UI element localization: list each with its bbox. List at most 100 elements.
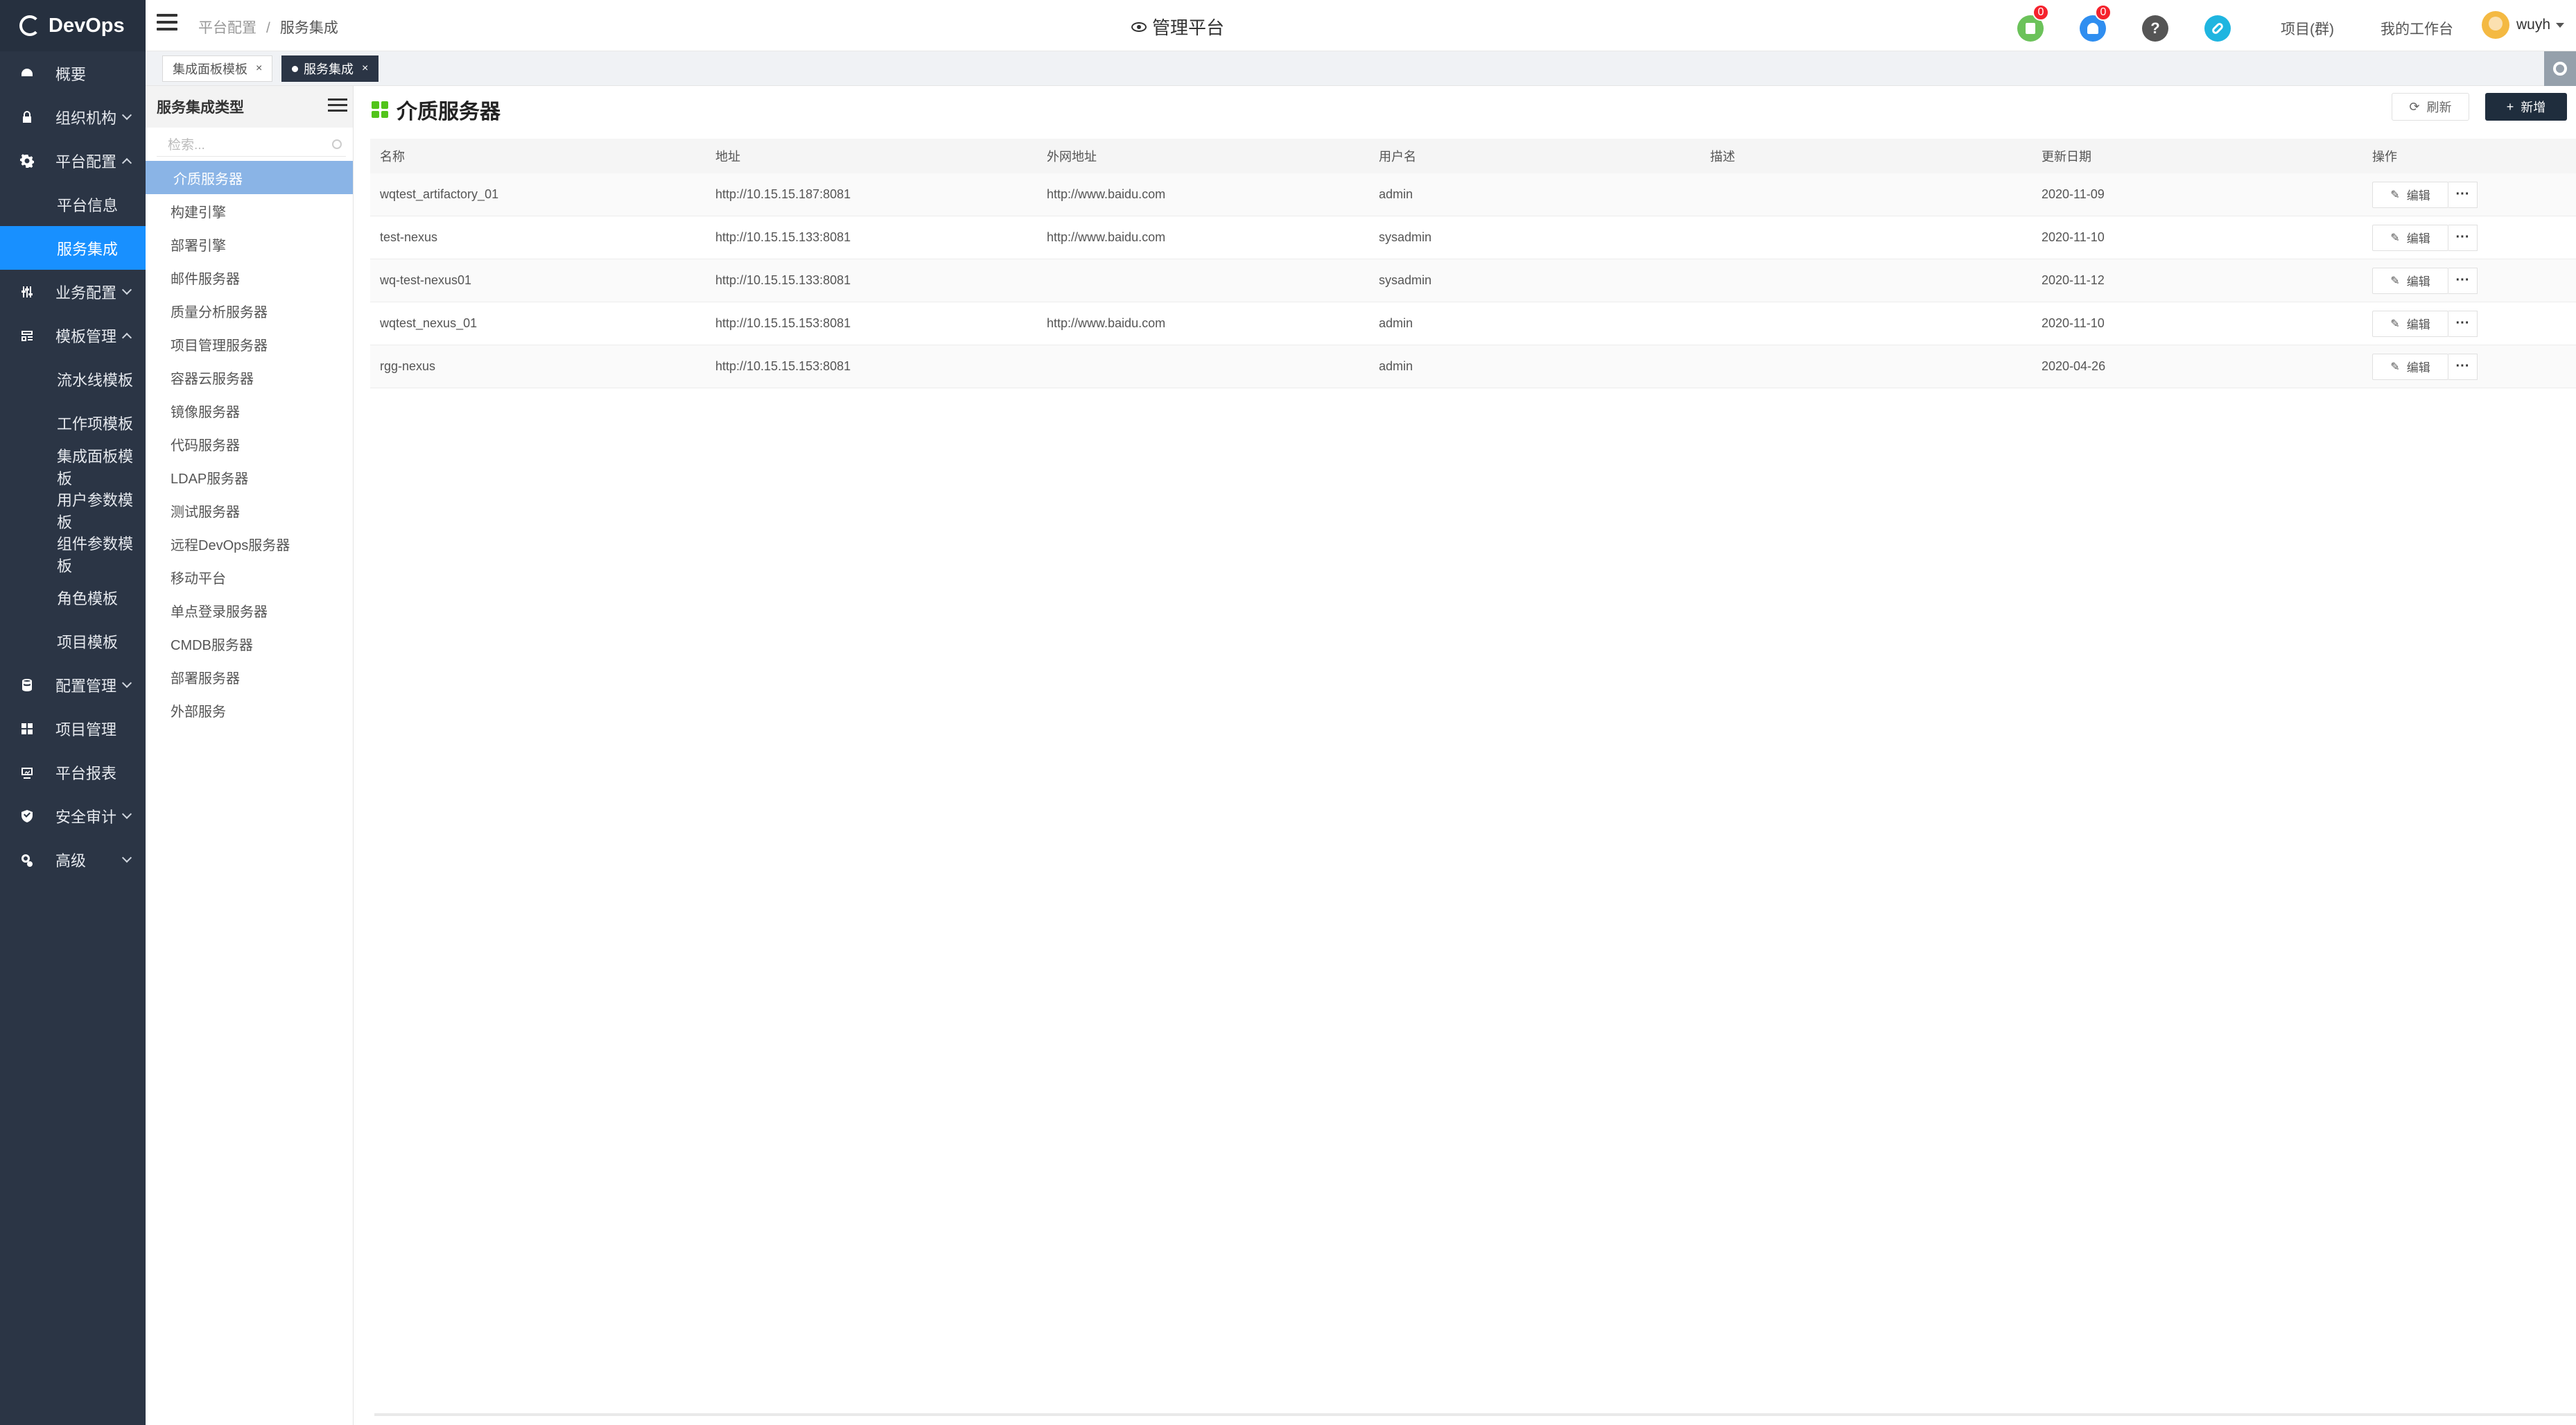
- nav-item-advanced[interactable]: 高级: [0, 838, 146, 881]
- category-item[interactable]: 项目管理服务器: [146, 327, 353, 361]
- cell-external-address: http://www.baidu.com: [1047, 230, 1166, 244]
- nav-item-project-management[interactable]: 项目管理: [0, 707, 146, 750]
- nav-item-label: 平台配置: [55, 153, 117, 171]
- user-menu[interactable]: wuyh: [2482, 11, 2565, 39]
- nav-sub-component-param-template[interactable]: 组件参数模板: [0, 532, 146, 576]
- category-search-input[interactable]: 检索...: [157, 132, 346, 157]
- top-header: 平台配置 / 服务集成 管理平台 0 0 ? 项目(群) 我的工作台 wuyh: [146, 0, 2576, 51]
- nav-item-config-management[interactable]: 配置管理: [0, 663, 146, 707]
- nav-item-label: 高级: [55, 852, 87, 870]
- close-icon[interactable]: ×: [256, 62, 262, 75]
- category-item[interactable]: 镜像服务器: [146, 394, 353, 427]
- nav-item-template-management[interactable]: 模板管理: [0, 313, 146, 357]
- more-button[interactable]: ···: [2448, 181, 2478, 208]
- refresh-button[interactable]: ⟳ 刷新: [2392, 93, 2469, 121]
- edit-button[interactable]: ✎ 编辑: [2372, 353, 2448, 380]
- category-item[interactable]: CMDB服务器: [146, 627, 353, 660]
- nav-sub-role-template[interactable]: 角色模板: [0, 576, 146, 619]
- cell-username: admin: [1379, 187, 1413, 201]
- tab-service-integration[interactable]: 服务集成 ×: [281, 55, 379, 82]
- more-icon: ···: [2455, 187, 2470, 202]
- nav-sub-panel-template[interactable]: 集成面板模板: [0, 444, 146, 488]
- shield-icon: [19, 809, 35, 824]
- category-item[interactable]: 代码服务器: [146, 427, 353, 460]
- more-button[interactable]: ···: [2448, 267, 2478, 294]
- nav-item-organization[interactable]: 组织机构: [0, 95, 146, 139]
- column-header-username[interactable]: 用户名: [1369, 147, 1700, 165]
- breadcrumb-item[interactable]: 平台配置: [198, 20, 256, 36]
- nav-sub-platform-info[interactable]: 平台信息: [0, 182, 146, 226]
- table-row[interactable]: rgg-nexus http://10.15.15.153:8081 admin 20…: [370, 345, 2576, 388]
- category-item[interactable]: 单点登录服务器: [146, 594, 353, 627]
- close-icon[interactable]: ×: [362, 62, 368, 75]
- document-button[interactable]: 0: [2017, 4, 2049, 42]
- edit-button[interactable]: ✎ 编辑: [2372, 267, 2448, 294]
- add-button[interactable]: + 新增: [2485, 93, 2567, 121]
- nav-sub-workitem-template[interactable]: 工作项模板: [0, 401, 146, 444]
- table-row[interactable]: wq-test-nexus01 http://10.15.15.133:8081 s…: [370, 259, 2576, 302]
- category-item[interactable]: 测试服务器: [146, 494, 353, 527]
- nav-item-platform-config[interactable]: 平台配置: [0, 139, 146, 182]
- nav-sub-project-template[interactable]: 项目模板: [0, 619, 146, 663]
- edit-icon: ✎: [2390, 189, 2400, 201]
- project-group-link[interactable]: 项目(群): [2281, 18, 2334, 39]
- more-button[interactable]: ···: [2448, 353, 2478, 380]
- nav-sub-pipeline-template[interactable]: 流水线模板: [0, 357, 146, 401]
- column-header-name[interactable]: 名称: [370, 147, 706, 165]
- category-item[interactable]: 移动平台: [146, 560, 353, 594]
- category-item[interactable]: 外部服务: [146, 693, 353, 727]
- column-header-updated[interactable]: 更新日期: [2032, 147, 2362, 165]
- column-header-address[interactable]: 地址: [706, 147, 1037, 165]
- main-content: 介质服务器 ⟳ 刷新 + 新增 名称 地址 外网地址 用户名 描述 更新日期 操…: [360, 86, 2576, 1425]
- edit-button[interactable]: ✎ 编辑: [2372, 224, 2448, 251]
- settings-gear-icon[interactable]: [2544, 51, 2576, 86]
- edit-button[interactable]: ✎ 编辑: [2372, 310, 2448, 337]
- nav-item-security-audit[interactable]: 安全审计: [0, 794, 146, 838]
- active-dot-icon: [292, 65, 298, 72]
- edit-label: 编辑: [2406, 275, 2430, 288]
- category-item[interactable]: LDAP服务器: [146, 460, 353, 494]
- cell-actions: ✎ 编辑 ···: [2362, 310, 2570, 337]
- more-button[interactable]: ···: [2448, 310, 2478, 337]
- nav-item-overview[interactable]: 概要: [0, 51, 146, 95]
- edit-button[interactable]: ✎ 编辑: [2372, 181, 2448, 208]
- category-item[interactable]: 远程DevOps服务器: [146, 527, 353, 560]
- more-button[interactable]: ···: [2448, 224, 2478, 251]
- help-button[interactable]: ?: [2142, 15, 2168, 42]
- notification-button[interactable]: 0: [2080, 4, 2112, 42]
- category-item[interactable]: 部署服务器: [146, 660, 353, 693]
- database-icon: [19, 677, 35, 693]
- devops-logo-icon: [19, 15, 40, 36]
- nav-sub-service-integration[interactable]: 服务集成: [0, 226, 146, 270]
- category-item[interactable]: 容器云服务器: [146, 361, 353, 394]
- nav-sub-user-param-template[interactable]: 用户参数模板: [0, 488, 146, 532]
- app-logo[interactable]: DevOps: [0, 0, 146, 51]
- cell-external-address: http://www.baidu.com: [1047, 187, 1166, 201]
- column-header-description[interactable]: 描述: [1700, 147, 2032, 165]
- more-icon: ···: [2455, 316, 2470, 331]
- workspace-link[interactable]: 我的工作台: [2381, 18, 2453, 39]
- tab-panel-template[interactable]: 集成面板模板 ×: [162, 55, 273, 82]
- category-item[interactable]: 介质服务器: [146, 161, 353, 194]
- table-row[interactable]: wqtest_nexus_01 http://10.15.15.153:8081 h…: [370, 302, 2576, 345]
- table-row[interactable]: wqtest_artifactory_01 http://10.15.15.187…: [370, 173, 2576, 216]
- nav-item-business-config[interactable]: 业务配置: [0, 270, 146, 313]
- link-button[interactable]: [2204, 15, 2231, 42]
- column-header-external-address[interactable]: 外网地址: [1037, 147, 1369, 165]
- plus-icon: +: [2506, 99, 2514, 114]
- document-badge: 0: [2033, 4, 2049, 21]
- table-row[interactable]: test-nexus http://10.15.15.133:8081 http:/…: [370, 216, 2576, 259]
- nav-item-label: 安全审计: [55, 808, 117, 826]
- nav-item-platform-report[interactable]: 平台报表: [0, 750, 146, 794]
- list-menu-icon[interactable]: [328, 98, 347, 115]
- add-label: 新增: [2521, 101, 2546, 114]
- nav-item-label: 业务配置: [55, 284, 117, 302]
- horizontal-scrollbar[interactable]: [374, 1413, 2576, 1416]
- category-item[interactable]: 质量分析服务器: [146, 294, 353, 327]
- menu-toggle-icon[interactable]: [157, 14, 177, 32]
- cell-updated: 2020-04-26: [2042, 359, 2106, 373]
- search-icon: [332, 139, 342, 149]
- category-item[interactable]: 构建引擎: [146, 194, 353, 227]
- category-item[interactable]: 邮件服务器: [146, 261, 353, 294]
- category-item[interactable]: 部署引擎: [146, 227, 353, 261]
